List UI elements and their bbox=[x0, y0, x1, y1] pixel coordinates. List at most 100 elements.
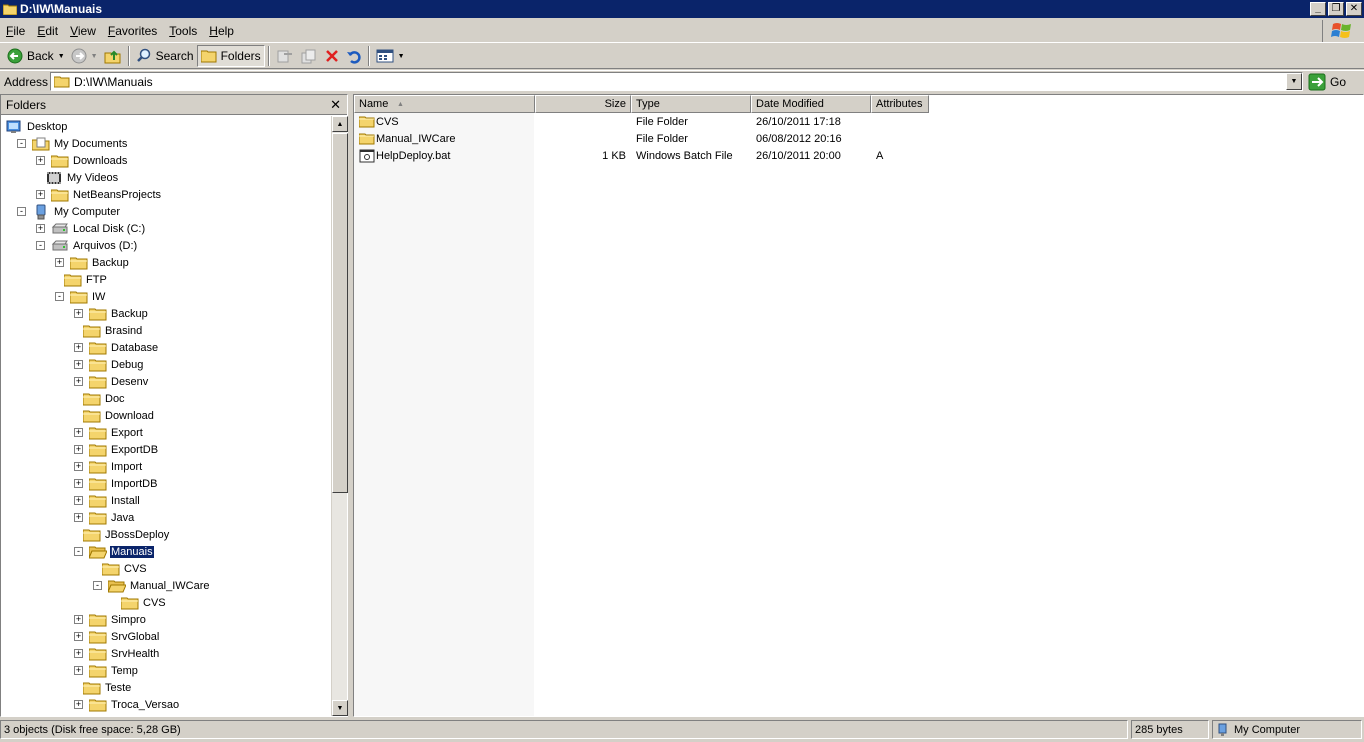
expand-icon[interactable]: + bbox=[55, 258, 64, 267]
expand-icon[interactable]: + bbox=[74, 462, 83, 471]
expand-icon[interactable]: + bbox=[36, 156, 45, 165]
delete-button[interactable] bbox=[321, 45, 343, 67]
tree-item[interactable]: + Install bbox=[74, 492, 141, 509]
expand-icon[interactable]: + bbox=[74, 343, 83, 352]
tree-item[interactable]: CVS bbox=[121, 594, 167, 611]
file-row[interactable]: Manual_IWCare File Folder 06/08/2012 20:16 bbox=[354, 131, 934, 148]
forward-button[interactable]: ▼ bbox=[68, 45, 101, 67]
forward-dropdown-icon[interactable]: ▼ bbox=[91, 53, 98, 60]
collapse-icon[interactable]: - bbox=[17, 139, 26, 148]
views-button[interactable]: ▼ bbox=[373, 45, 408, 67]
tree-item[interactable]: - Manual_IWCare bbox=[93, 577, 210, 594]
tree-item[interactable]: + NetBeansProjects bbox=[36, 186, 162, 203]
collapse-icon[interactable]: - bbox=[17, 207, 26, 216]
expand-icon[interactable]: + bbox=[36, 224, 45, 233]
address-input[interactable]: D:\IW\Manuais ▼ bbox=[50, 72, 1303, 91]
expand-icon[interactable]: + bbox=[74, 479, 83, 488]
collapse-icon[interactable]: - bbox=[36, 241, 45, 250]
tree-item[interactable]: My Videos bbox=[45, 169, 119, 186]
expand-icon[interactable]: + bbox=[74, 445, 83, 454]
tree-item[interactable]: + Troca_Versao bbox=[74, 696, 180, 713]
column-header-type[interactable]: Type bbox=[631, 95, 751, 113]
tree-item[interactable]: + ImportDB bbox=[74, 475, 158, 492]
expand-icon[interactable]: + bbox=[74, 632, 83, 641]
close-button[interactable]: ✕ bbox=[1346, 2, 1362, 16]
tree-item[interactable]: + Java bbox=[74, 509, 135, 526]
tree-item[interactable]: + Debug bbox=[74, 356, 144, 373]
expand-icon[interactable]: + bbox=[74, 649, 83, 658]
minimize-button[interactable]: _ bbox=[1310, 2, 1326, 16]
menu-view[interactable]: View bbox=[64, 24, 102, 38]
tree-item[interactable]: FTP bbox=[64, 271, 108, 288]
search-button[interactable]: Search bbox=[133, 45, 197, 67]
copy-to-button[interactable] bbox=[297, 45, 321, 67]
tree-item[interactable]: Teste bbox=[83, 679, 132, 696]
expand-icon[interactable]: + bbox=[36, 190, 45, 199]
tree-item[interactable]: Doc bbox=[83, 390, 126, 407]
close-pane-icon[interactable]: ✕ bbox=[330, 97, 341, 113]
restore-button[interactable]: ❐ bbox=[1328, 2, 1344, 16]
folders-button[interactable]: Folders bbox=[196, 45, 265, 67]
menu-file[interactable]: File bbox=[0, 24, 31, 38]
tree-item[interactable]: - Arquivos (D:) bbox=[36, 237, 138, 254]
tree-item[interactable]: - My Computer bbox=[17, 203, 121, 220]
tree-item[interactable]: CVS bbox=[102, 560, 148, 577]
column-header-name[interactable]: Name ▲ bbox=[354, 95, 535, 113]
tree-item[interactable]: - IW bbox=[55, 288, 106, 305]
tree-item[interactable]: - My Documents bbox=[17, 135, 128, 152]
expand-icon[interactable]: + bbox=[74, 377, 83, 386]
tree-item[interactable]: JBossDeploy bbox=[83, 526, 170, 543]
tree-item[interactable]: + SrvHealth bbox=[74, 645, 160, 662]
move-to-button[interactable] bbox=[273, 45, 297, 67]
back-dropdown-icon[interactable]: ▼ bbox=[58, 53, 65, 60]
views-dropdown-icon[interactable]: ▼ bbox=[398, 53, 405, 60]
tree-item[interactable]: + SrvGlobal bbox=[74, 628, 160, 645]
tree-item[interactable]: + Local Disk (C:) bbox=[36, 220, 146, 237]
tree-item[interactable]: + Backup bbox=[74, 305, 149, 322]
file-row[interactable]: CVS File Folder 26/10/2011 17:18 bbox=[354, 114, 934, 131]
menu-edit[interactable]: Edit bbox=[31, 24, 64, 38]
vertical-scrollbar[interactable]: ▲ ▼ bbox=[331, 116, 348, 716]
expand-icon[interactable]: + bbox=[74, 360, 83, 369]
column-headers: Name ▲ Size Type Date Modified Attribute… bbox=[354, 95, 929, 113]
title-bar[interactable]: D:\IW\Manuais _ ❐ ✕ bbox=[0, 0, 1364, 18]
tree-item[interactable]: + ExportDB bbox=[74, 441, 159, 458]
tree-item[interactable]: + Desenv bbox=[74, 373, 149, 390]
expand-icon[interactable]: + bbox=[74, 309, 83, 318]
tree-item[interactable]: Desktop bbox=[5, 118, 68, 135]
scroll-down-icon[interactable]: ▼ bbox=[332, 700, 348, 716]
expand-icon[interactable]: + bbox=[74, 700, 83, 709]
address-dropdown-icon[interactable]: ▼ bbox=[1286, 73, 1302, 90]
menu-favorites[interactable]: Favorites bbox=[102, 24, 163, 38]
up-folder-button[interactable] bbox=[101, 45, 125, 67]
file-row[interactable]: HelpDeploy.bat 1 KB Windows Batch File 26/1… bbox=[354, 148, 934, 165]
undo-button[interactable] bbox=[343, 45, 365, 67]
tree-item[interactable]: + Export bbox=[74, 424, 144, 441]
collapse-icon[interactable]: - bbox=[55, 292, 64, 301]
menu-tools[interactable]: Tools bbox=[163, 24, 203, 38]
expand-icon[interactable]: + bbox=[74, 513, 83, 522]
tree-item[interactable]: + Simpro bbox=[74, 611, 147, 628]
expand-icon[interactable]: + bbox=[74, 428, 83, 437]
expand-icon[interactable]: + bbox=[74, 666, 83, 675]
collapse-icon[interactable]: - bbox=[74, 547, 83, 556]
scroll-up-icon[interactable]: ▲ bbox=[332, 116, 348, 132]
back-button[interactable]: Back ▼ bbox=[4, 45, 68, 67]
tree-item[interactable]: + Temp bbox=[74, 662, 139, 679]
tree-item[interactable]: + Database bbox=[74, 339, 159, 356]
column-header-size[interactable]: Size bbox=[535, 95, 631, 113]
tree-item[interactable]: Download bbox=[83, 407, 155, 424]
column-header-date-modified[interactable]: Date Modified bbox=[751, 95, 871, 113]
go-button[interactable]: Go bbox=[1308, 71, 1346, 92]
menu-help[interactable]: Help bbox=[203, 24, 240, 38]
tree-item[interactable]: + Backup bbox=[55, 254, 130, 271]
tree-item[interactable]: + Downloads bbox=[36, 152, 128, 169]
scroll-thumb[interactable] bbox=[332, 133, 348, 493]
tree-item[interactable]: + Import bbox=[74, 458, 143, 475]
collapse-icon[interactable]: - bbox=[93, 581, 102, 590]
tree-item[interactable]: Brasind bbox=[83, 322, 143, 339]
expand-icon[interactable]: + bbox=[74, 496, 83, 505]
tree-item[interactable]: - Manuais bbox=[74, 543, 155, 560]
column-header-attributes[interactable]: Attributes bbox=[871, 95, 929, 113]
expand-icon[interactable]: + bbox=[74, 615, 83, 624]
